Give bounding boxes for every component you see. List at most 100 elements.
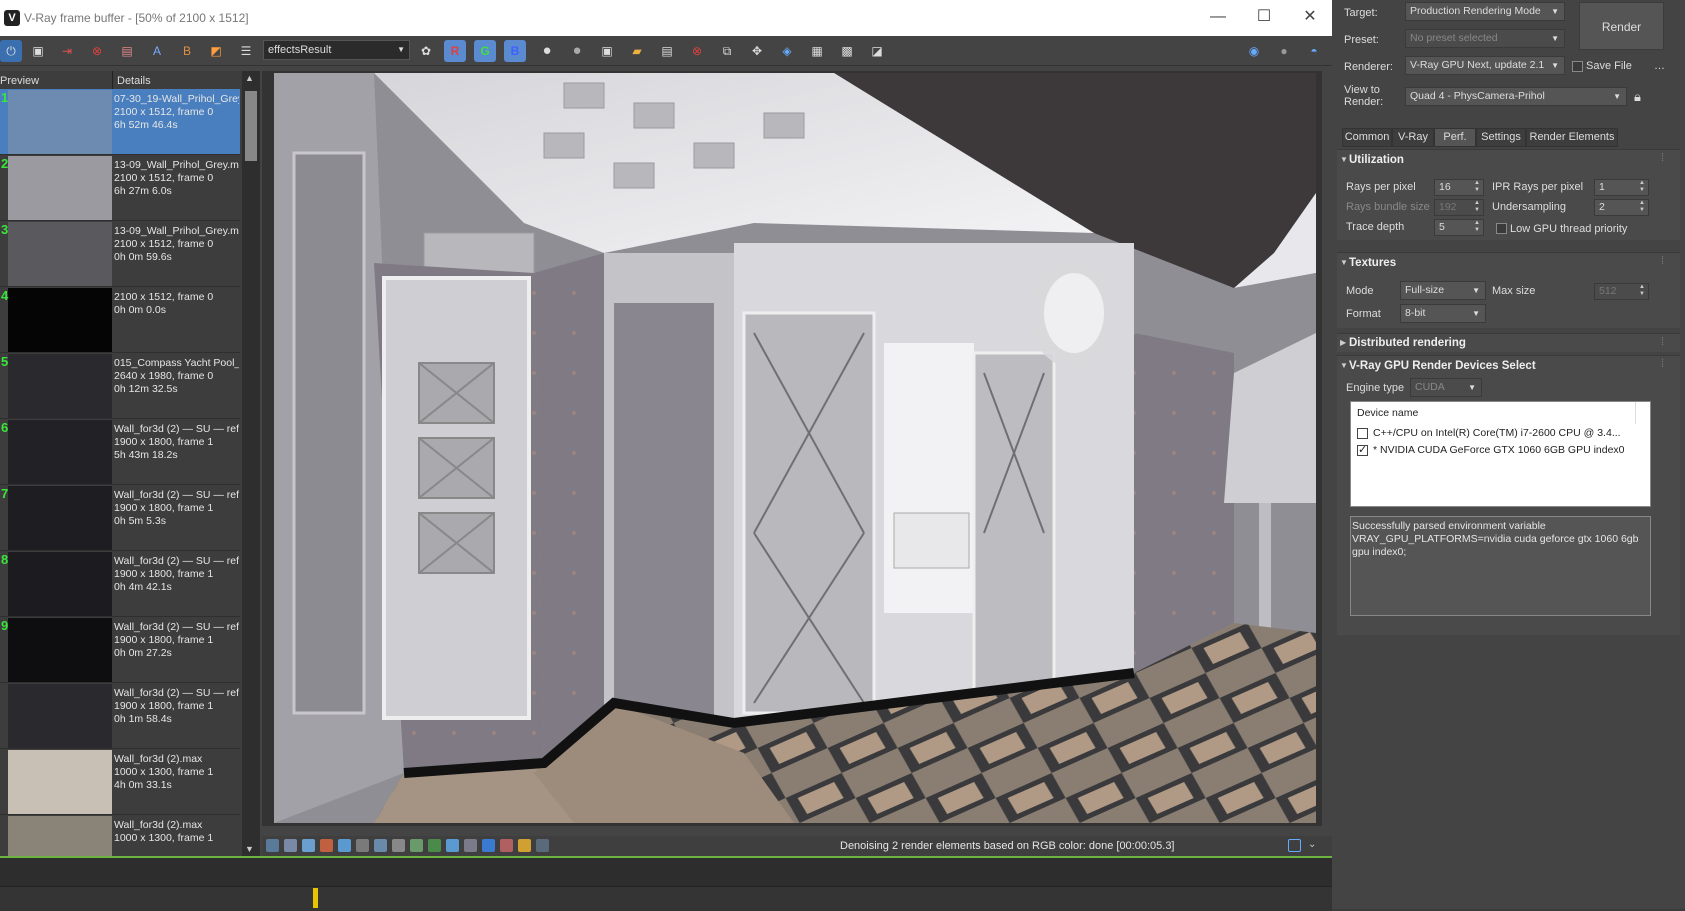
history-scrollbar[interactable]: ▲ ▼: [242, 71, 260, 857]
device-gpu-checkbox[interactable]: [1357, 443, 1368, 456]
compare-icon[interactable]: [446, 839, 459, 852]
gpu-devices-title[interactable]: V-Ray GPU Render Devices Select: [1349, 360, 1536, 372]
history-icon[interactable]: [536, 839, 549, 852]
minimize-button[interactable]: —: [1195, 4, 1241, 30]
link-icon[interactable]: ◈: [776, 40, 798, 62]
time-slider[interactable]: [0, 856, 1332, 911]
more-icon[interactable]: …: [1654, 60, 1665, 72]
history-item[interactable]: 6 Wall_for3d (2) — SU — ref 1900 x 1800, f…: [0, 419, 240, 485]
spinner-arrows-icon[interactable]: ▲ ▼: [1474, 220, 1480, 234]
spinner-arrows-icon[interactable]: ▲ ▼: [1639, 200, 1645, 214]
histogram-icon[interactable]: [374, 839, 387, 852]
renderer-dropdown[interactable]: V-Ray GPU Next, update 2.1 ▼: [1405, 56, 1565, 75]
tab-settings[interactable]: Settings: [1476, 128, 1526, 147]
tab-perf[interactable]: Perf.: [1434, 128, 1476, 147]
history-item[interactable]: 5 015_Compass Yacht Pool_ 2640 x 1980, fra…: [0, 353, 240, 419]
save-current-icon[interactable]: ▣: [596, 40, 618, 62]
test-resolution-icon[interactable]: [464, 839, 477, 852]
history-item[interactable]: 3 13-09_Wall_Prihol_Grey.m 2100 x 1512, fr…: [0, 221, 240, 287]
srgb-icon[interactable]: [410, 839, 423, 852]
low-gpu-priority-checkbox[interactable]: [1496, 223, 1507, 234]
history-item[interactable]: 2 13-09_Wall_Prihol_Grey.m 2100 x 1512, fr…: [0, 155, 240, 221]
view-to-render-dropdown[interactable]: Quad 4 - PhysCamera-Prihol ▼: [1405, 87, 1627, 106]
track-mouse-icon[interactable]: ⏻: [0, 40, 22, 62]
expand-icon[interactable]: ▶: [1340, 338, 1346, 347]
blue-channel-button[interactable]: B: [504, 40, 526, 62]
ab-compare-icon[interactable]: [500, 839, 513, 852]
lut-icon[interactable]: [284, 839, 297, 852]
tab-vray[interactable]: V-Ray: [1392, 128, 1434, 147]
device-cpu-checkbox[interactable]: [1357, 428, 1368, 439]
collapse-icon[interactable]: ▼: [1340, 361, 1348, 370]
alpha-view-icon[interactable]: ●: [536, 40, 558, 62]
tab-common[interactable]: Common: [1342, 128, 1392, 147]
color-correction-icon[interactable]: ◩: [205, 40, 227, 62]
time-marker[interactable]: [313, 888, 318, 908]
ipr-rays-spinner[interactable]: 1 ▲ ▼: [1594, 179, 1649, 196]
maximize-button[interactable]: ☐: [1241, 4, 1287, 30]
history-item[interactable]: 8 Wall_for3d (2) — SU — ref 1900 x 1800, f…: [0, 551, 240, 617]
collapse-icon[interactable]: ▼: [1340, 258, 1348, 267]
target-dropdown[interactable]: Production Rendering Mode ▼: [1405, 2, 1565, 21]
curves-icon[interactable]: [356, 839, 369, 852]
history-item[interactable]: 9 Wall_for3d (2) — SU — ref 1900 x 1800, f…: [0, 617, 240, 683]
tab-render-elements[interactable]: Render Elements: [1526, 128, 1618, 147]
open-folder-icon[interactable]: ▰: [626, 40, 648, 62]
undersampling-spinner[interactable]: 2 ▲ ▼: [1594, 199, 1649, 216]
preset-dropdown[interactable]: No preset selected ▼: [1405, 29, 1565, 48]
collapse-icon[interactable]: ▼: [1340, 155, 1348, 164]
history-item[interactable]: Wall_for3d (2).max 1000 x 1300, frame 1 4h…: [0, 749, 240, 815]
render-button[interactable]: Render: [1579, 2, 1664, 50]
ocio-icon[interactable]: [392, 839, 405, 852]
textures-title[interactable]: Textures: [1349, 257, 1396, 269]
channel-dropdown[interactable]: effectsResult ▼: [263, 40, 410, 60]
mono-view-icon[interactable]: ●: [566, 40, 588, 62]
menu-icon[interactable]: ☰: [235, 40, 257, 62]
scroll-up-icon[interactable]: ▲: [245, 73, 254, 83]
render-region-icon[interactable]: ◪: [866, 40, 888, 62]
spinner-arrows-icon[interactable]: ▲ ▼: [1639, 180, 1645, 194]
color-clamp-icon[interactable]: ▤: [116, 40, 138, 62]
spinner-arrows-icon[interactable]: ▲ ▼: [1474, 180, 1480, 194]
green-channel-button[interactable]: G: [474, 40, 496, 62]
render-viewport[interactable]: [262, 71, 1322, 826]
rays-per-pixel-spinner[interactable]: 16 ▲ ▼: [1434, 179, 1484, 196]
ipr-icon[interactable]: ◉: [1243, 40, 1265, 62]
zoom-50-icon[interactable]: ▩: [836, 40, 858, 62]
stop-render-icon[interactable]: ●: [1273, 40, 1295, 62]
texture-format-dropdown[interactable]: 8-bit ▼: [1400, 304, 1486, 323]
dlb-icon[interactable]: ▦: [806, 40, 828, 62]
stamp-icon[interactable]: [428, 839, 441, 852]
lock-icon[interactable]: 🔒︎: [1634, 89, 1641, 105]
distributed-title[interactable]: Distributed rendering: [1349, 337, 1466, 349]
history-item[interactable]: 1 07-30_19-Wall_Prihol_Grey 2100 x 1512, f…: [0, 89, 240, 155]
timeline-track[interactable]: [0, 886, 1332, 911]
pixel-aspect-icon[interactable]: [482, 839, 495, 852]
history-item[interactable]: Wall_for3d (2).max 1000 x 1300, frame 1: [0, 815, 240, 860]
clear-image-icon[interactable]: ⊗: [86, 40, 108, 62]
trace-depth-spinner[interactable]: 5 ▲ ▼: [1434, 219, 1484, 236]
utilization-title[interactable]: Utilization: [1349, 154, 1404, 166]
history-item[interactable]: 4 2100 x 1512, frame 0 0h 0m 0.0s: [0, 287, 240, 353]
alpha-icon[interactable]: A: [146, 40, 168, 62]
follow-mouse-icon[interactable]: ✥: [746, 40, 768, 62]
scrollbar-thumb[interactable]: [245, 91, 257, 161]
lens-icon[interactable]: [518, 839, 531, 852]
scroll-down-icon[interactable]: ▼: [245, 844, 254, 854]
color-picker-icon[interactable]: ✿: [415, 40, 437, 62]
stop-icon[interactable]: ⊗: [686, 40, 708, 62]
display-icon[interactable]: [266, 839, 279, 852]
expand-icon[interactable]: [1288, 839, 1301, 852]
close-button[interactable]: ✕: [1287, 4, 1333, 30]
exposure-icon[interactable]: [338, 839, 351, 852]
history-item[interactable]: 7 Wall_for3d (2) — SU — ref 1900 x 1800, f…: [0, 485, 240, 551]
clipboard-icon[interactable]: ▤: [656, 40, 678, 62]
history-item[interactable]: Wall_for3d (2) — SU — ref 1900 x 1800, fr…: [0, 683, 240, 749]
lens-effects-icon[interactable]: B: [176, 40, 198, 62]
levels-icon[interactable]: [320, 839, 333, 852]
save-file-checkbox[interactable]: [1572, 61, 1583, 72]
region-render-icon[interactable]: ⧉: [716, 40, 738, 62]
info-icon[interactable]: [302, 839, 315, 852]
render-teapot-icon[interactable]: ◓: [1303, 40, 1325, 62]
save-image-icon[interactable]: ▣: [27, 40, 49, 62]
